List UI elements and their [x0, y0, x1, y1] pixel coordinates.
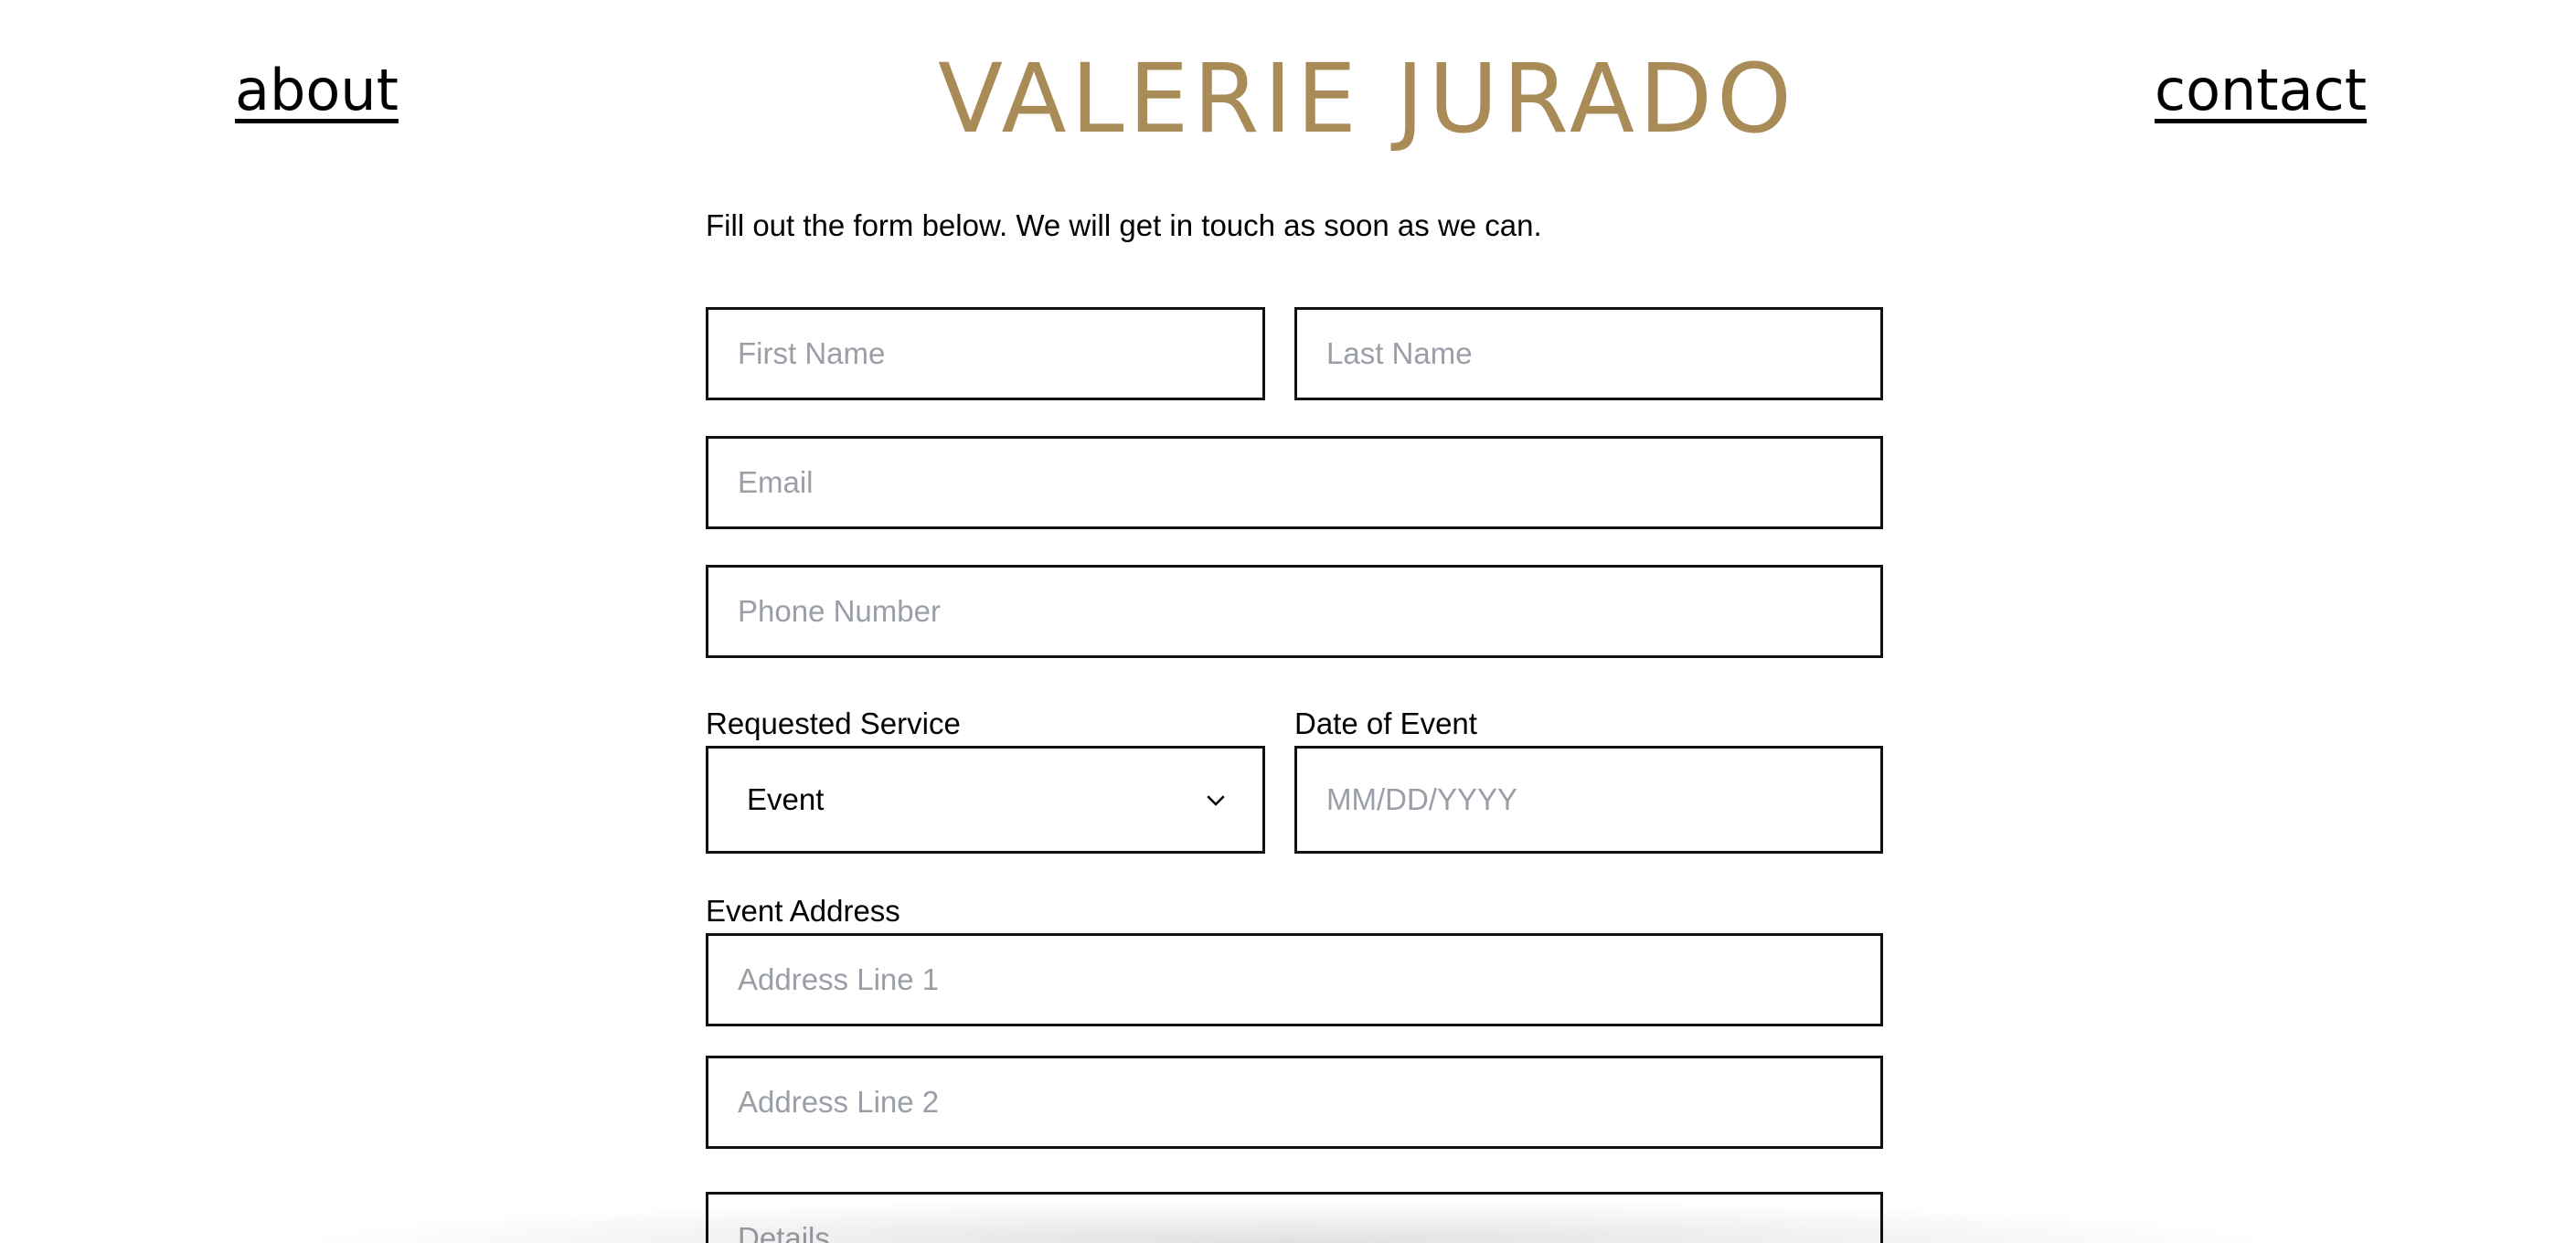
form-intro-text: Fill out the form below. We will get in …	[706, 208, 1542, 242]
requested-service-value: Event	[747, 782, 825, 816]
address-line-1-input[interactable]	[706, 933, 1883, 1026]
site-logo[interactable]: VALERIE JURADO	[938, 44, 1792, 154]
date-of-event-input[interactable]	[1294, 746, 1883, 854]
date-of-event-label: Date of Event	[1294, 706, 1477, 740]
address-line-2-input[interactable]	[706, 1056, 1883, 1149]
event-address-label: Event Address	[706, 894, 900, 928]
last-name-input[interactable]	[1294, 307, 1883, 400]
details-input[interactable]	[706, 1192, 1883, 1243]
nav-contact-link[interactable]: contact	[2155, 57, 2367, 124]
first-name-input[interactable]	[706, 307, 1265, 400]
requested-service-select[interactable]: Event	[706, 746, 1265, 854]
page: about VALERIE JURADO contact Fill out th…	[0, 0, 2576, 1243]
requested-service-label: Requested Service	[706, 706, 961, 740]
chevron-down-icon	[1207, 795, 1225, 806]
phone-input[interactable]	[706, 565, 1883, 658]
email-input[interactable]	[706, 436, 1883, 529]
nav-about-link[interactable]: about	[235, 57, 399, 124]
